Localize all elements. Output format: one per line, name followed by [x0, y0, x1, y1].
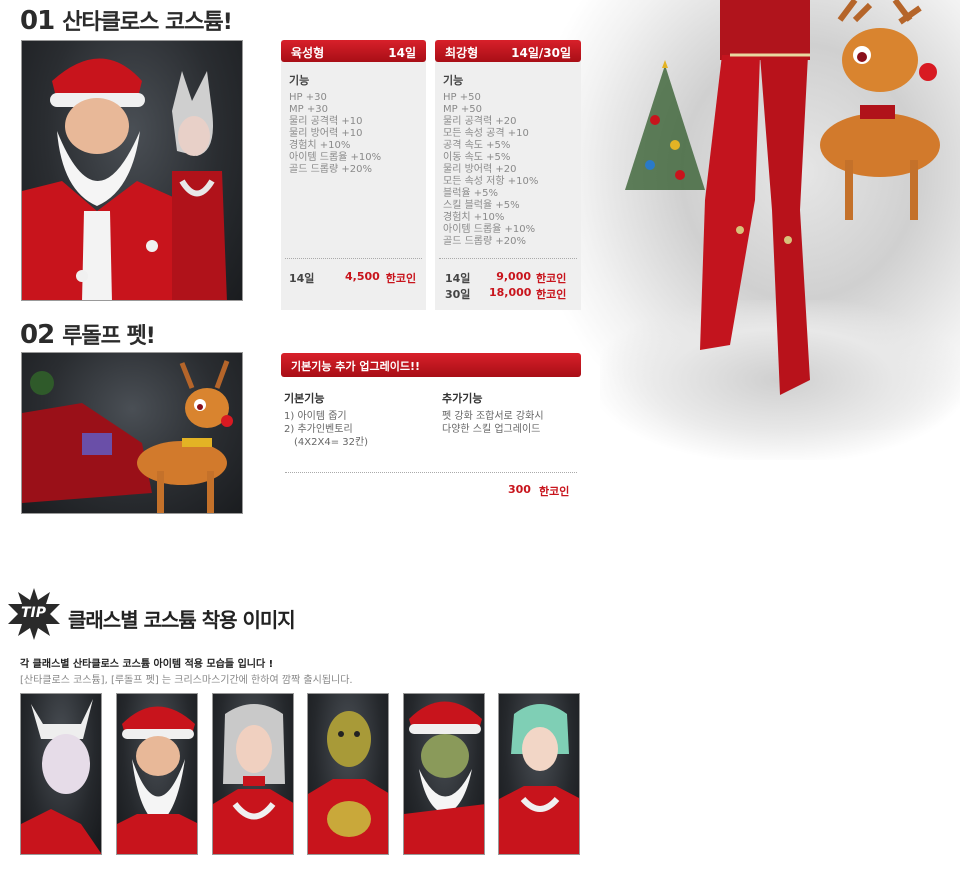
stat-line: HP +30	[289, 92, 327, 103]
stat-line: 물리 방어력 +10	[289, 128, 363, 139]
stat-line: MP +50	[443, 104, 482, 115]
price-unit: 한코인	[536, 288, 567, 301]
basic-item: 1) 아이템 줍기	[284, 411, 347, 422]
section1-title: 01 산타클로스 코스튬!	[20, 4, 233, 36]
extra-caption: 추가기능	[442, 392, 483, 405]
strong-card-body: 기능 HP +50 MP +50 물리 공격력 +20 모든 속성 공격 +10…	[435, 62, 581, 258]
basic-item: 2) 추가인벤토리	[284, 424, 353, 435]
character-illustration	[213, 704, 293, 854]
strong-card-caption: 기능	[443, 74, 464, 87]
tip-badge-label: TIP	[21, 605, 47, 621]
price-unit: 한코인	[385, 272, 417, 285]
tip-title: 클래스별 코스튬 착용 이미지	[68, 608, 296, 632]
grow-card-period: 14일	[388, 46, 416, 60]
section1-number: 01	[20, 6, 55, 36]
class-costume-thumbnail	[498, 693, 580, 855]
character-illustration	[21, 699, 101, 854]
class-costume-thumbnail	[403, 693, 485, 855]
grow-card-name: 육성형	[291, 46, 325, 60]
character-illustration	[404, 701, 484, 854]
stat-line: 아이템 드롭율 +10%	[289, 152, 382, 163]
basic-function-block: 기본기능 1) 아이템 줍기 2) 추가인벤토리 (4X2X4= 32칸)	[284, 390, 424, 449]
basic-caption: 기본기능	[284, 392, 325, 405]
stat-line: MP +30	[289, 104, 328, 115]
basic-item: (4X2X4= 32칸)	[294, 437, 369, 448]
stat-line: 아이템 드롭율 +10%	[443, 224, 536, 235]
tip-note: [산타클로스 코스튬], [루돌프 펫] 는 크리스마스기간에 한하여 깜짝 출…	[20, 675, 353, 686]
character-illustration	[499, 704, 579, 854]
stat-line: 경험치 +10%	[289, 140, 351, 151]
section1-label: 산타클로스 코스튬!	[62, 10, 233, 35]
stat-line: 모든 속성 공격 +10	[443, 128, 529, 139]
santa-costume-image	[21, 40, 243, 301]
tip-badge: TIP	[6, 586, 62, 642]
character-illustration	[117, 706, 197, 854]
price-unit: 한코인	[538, 485, 570, 498]
divider	[439, 258, 577, 259]
stat-line: 스킬 블럭율 +5%	[443, 200, 520, 211]
upgrade-header: 기본기능 추가 업그레이드!!	[281, 353, 581, 377]
price-row: 14일 4,500 한코인	[289, 270, 417, 286]
stat-line: 물리 공격력 +20	[443, 116, 517, 127]
grow-card-caption: 기능	[289, 74, 310, 87]
stat-line: 물리 공격력 +10	[289, 116, 363, 127]
price-days: 30일	[445, 288, 471, 301]
stat-line: 골드 드롭량 +20%	[289, 164, 372, 175]
stat-line: 블럭율 +5%	[443, 188, 499, 199]
price-days: 14일	[289, 272, 315, 285]
price-amount: 300	[508, 483, 531, 496]
class-costume-thumbnail	[307, 693, 389, 855]
reindeer-illustration	[820, 0, 940, 220]
section2-title: 02 루돌프 펫!	[20, 318, 156, 350]
strong-type-card: 최강형 14일/30일 기능 HP +50 MP +50 물리 공격력 +20 …	[435, 40, 581, 310]
divider	[285, 258, 422, 259]
character-illustration	[308, 711, 388, 854]
rudolph-pet-image	[21, 352, 243, 514]
stat-line: 모든 속성 저항 +10%	[443, 176, 539, 187]
extra-function-block: 추가기능 펫 강화 조합서로 강화시 다양한 스킬 업그레이드	[442, 390, 582, 436]
strong-card-name: 최강형	[445, 46, 479, 60]
stat-line: 물리 방어력 +20	[443, 164, 517, 175]
class-costume-thumbnail	[116, 693, 198, 855]
stat-line: 경험치 +10%	[443, 212, 505, 223]
class-costume-thumbnail	[20, 693, 102, 855]
price-amount: 9,000	[496, 270, 531, 283]
santa-illustration	[22, 58, 227, 300]
rudolph-illustration	[22, 360, 233, 513]
tip-description: 각 클래스별 산타클로스 코스튬 아이템 적용 모습들 입니다 !	[20, 659, 274, 670]
strong-card-period: 14일/30일	[511, 46, 571, 60]
price-amount: 18,000	[489, 286, 532, 299]
price-unit: 한코인	[536, 272, 567, 285]
section2-label: 루돌프 펫!	[62, 324, 156, 349]
price-amount: 4,500	[345, 270, 380, 283]
class-costume-thumbnail	[212, 693, 294, 855]
price-row: 14일 9,000 한코인	[445, 270, 573, 286]
upgrade-price: 300 한코인	[508, 483, 569, 499]
strong-card-header: 최강형 14일/30일	[435, 40, 581, 62]
extra-item: 펫 강화 조합서로 강화시	[442, 411, 544, 422]
price-days: 14일	[445, 272, 471, 285]
extra-item: 다양한 스킬 업그레이드	[442, 424, 541, 435]
grow-type-card: 육성형 14일 기능 HP +30 MP +30 물리 공격력 +10 물리 방…	[281, 40, 426, 310]
stat-line: 공격 속도 +5%	[443, 140, 511, 151]
stat-line: 골드 드롭량 +20%	[443, 236, 526, 247]
grow-card-body: 기능 HP +30 MP +30 물리 공격력 +10 물리 방어력 +10 경…	[281, 62, 426, 186]
divider	[285, 472, 577, 473]
stat-line: HP +50	[443, 92, 481, 103]
stat-line: 이동 속도 +5%	[443, 152, 511, 163]
price-row: 30일 18,000 한코인	[445, 286, 573, 302]
grow-card-header: 육성형 14일	[281, 40, 426, 62]
section2-number: 02	[20, 320, 55, 350]
